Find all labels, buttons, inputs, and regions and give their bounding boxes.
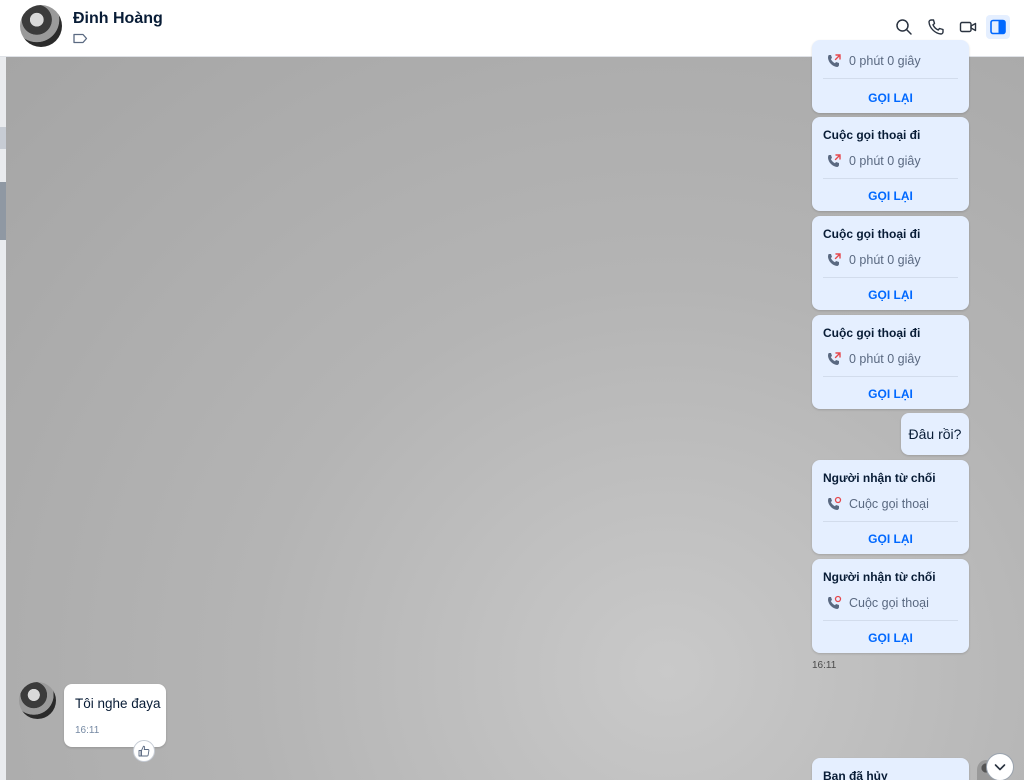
call-type: Cuộc gọi thoại <box>849 596 929 610</box>
outgoing-call-icon <box>828 154 841 167</box>
declined-call-icon <box>828 595 842 609</box>
received-message-text: Tôi nghe đaya <box>75 696 161 711</box>
outgoing-call-icon <box>828 352 841 365</box>
phone-icon[interactable] <box>924 15 948 39</box>
sent-message[interactable]: Đâu rồi? <box>901 413 969 455</box>
card-divider <box>823 178 958 179</box>
call-title: Cuộc gọi thoại đi <box>823 128 921 142</box>
outgoing-call-icon <box>828 253 841 266</box>
like-reaction-button[interactable] <box>133 740 155 762</box>
call-type: Cuộc gọi thoại <box>849 497 929 511</box>
call-title: Cuộc gọi thoại đi <box>823 326 921 340</box>
card-divider <box>823 620 958 621</box>
callback-button[interactable]: GỌI LẠI <box>812 387 969 401</box>
callback-button[interactable]: GỌI LẠI <box>812 189 969 203</box>
search-icon[interactable] <box>892 15 916 39</box>
call-card: Bạn đã hủy <box>812 758 969 780</box>
card-divider <box>823 78 958 79</box>
call-detail: 0 phút 0 giây <box>826 351 921 367</box>
call-detail: 0 phút 0 giây <box>826 53 921 69</box>
outgoing-call-icon <box>828 54 841 67</box>
call-card: Cuộc gọi thoại đi 0 phút 0 giây GỌI LẠI <box>812 117 969 211</box>
call-duration: 0 phút 0 giây <box>849 154 921 168</box>
call-title: Bạn đã hủy <box>823 769 888 780</box>
card-divider <box>823 277 958 278</box>
chevron-down-icon <box>994 764 1006 771</box>
callback-button[interactable]: GỌI LẠI <box>812 532 969 546</box>
call-title: Người nhận từ chối <box>823 570 936 584</box>
contact-avatar[interactable] <box>20 5 62 47</box>
call-duration: 0 phút 0 giây <box>849 352 921 366</box>
thumbs-up-icon <box>138 745 150 757</box>
sender-avatar[interactable] <box>19 682 56 719</box>
call-detail: 0 phút 0 giây <box>826 252 921 268</box>
call-card: Cuộc gọi thoại đi 0 phút 0 giây GỌI LẠI <box>812 216 969 310</box>
call-title: Cuộc gọi thoại đi <box>823 227 921 241</box>
contact-name[interactable]: Đinh Hoàng <box>73 10 163 28</box>
call-detail: 0 phút 0 giây <box>826 153 921 169</box>
call-detail: Cuộc gọi thoại <box>826 595 929 611</box>
message-timestamp: 16:11 <box>812 660 837 671</box>
declined-call-icon <box>828 496 842 510</box>
call-duration: 0 phút 0 giây <box>849 253 921 267</box>
card-divider <box>823 521 958 522</box>
call-card: Cuộc gọi thoại đi 0 phút 0 giây GỌI LẠI <box>812 315 969 409</box>
call-card: Người nhận từ chối Cuộc gọi thoại GỌI LẠ… <box>812 460 969 554</box>
call-card: 0 phút 0 giây GỌI LẠI <box>812 40 969 113</box>
scroll-to-bottom-button[interactable] <box>986 753 1014 780</box>
side-panel-icon[interactable] <box>986 15 1010 39</box>
callback-button[interactable]: GỌI LẠI <box>812 288 969 302</box>
card-divider <box>823 376 958 377</box>
message-timestamp: 16:11 <box>75 725 100 736</box>
call-detail: Cuộc gọi thoại <box>826 496 929 512</box>
callback-button[interactable]: GỌI LẠI <box>812 91 969 105</box>
call-title: Người nhận từ chối <box>823 471 936 485</box>
video-icon[interactable] <box>956 15 980 39</box>
callback-button[interactable]: GỌI LẠI <box>812 631 969 645</box>
tag-icon[interactable] <box>73 33 88 44</box>
received-message[interactable]: Tôi nghe đaya 16:11 <box>64 684 166 747</box>
call-duration: 0 phút 0 giây <box>849 54 921 68</box>
call-card: Người nhận từ chối Cuộc gọi thoại GỌI LẠ… <box>812 559 969 653</box>
